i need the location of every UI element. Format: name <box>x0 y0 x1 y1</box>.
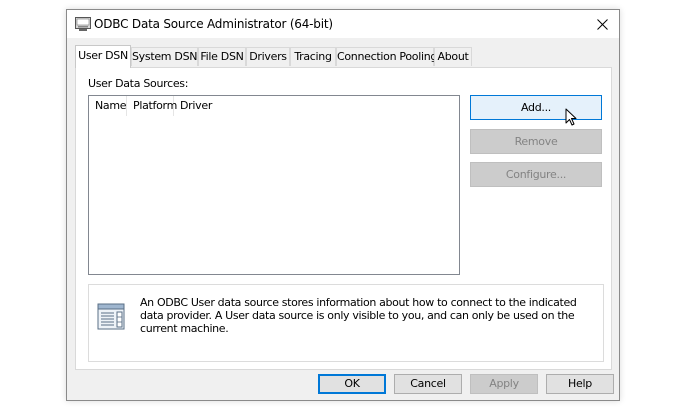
ok-button[interactable]: OK <box>318 374 386 394</box>
column-header-driver[interactable]: Driver <box>174 96 234 116</box>
add-button[interactable]: Add... <box>470 95 602 120</box>
data-source-icon <box>97 303 125 330</box>
user-dsn-panel: User Data Sources: Name Platform Driver … <box>75 67 612 370</box>
list-header: Name Platform Driver <box>89 96 459 116</box>
odbc-admin-icon <box>75 17 91 31</box>
tab-drivers[interactable]: Drivers <box>246 47 290 66</box>
data-sources-list[interactable]: Name Platform Driver <box>88 95 460 275</box>
help-button[interactable]: Help <box>546 374 614 394</box>
close-icon <box>596 18 608 30</box>
tab-system-dsn[interactable]: System DSN <box>131 47 198 66</box>
apply-button[interactable]: Apply <box>470 374 538 394</box>
configure-button[interactable]: Configure... <box>470 162 602 187</box>
odbc-admin-window: ODBC Data Source Administrator (64-bit) … <box>66 9 620 401</box>
remove-button[interactable]: Remove <box>470 129 602 154</box>
user-data-sources-label: User Data Sources: <box>88 77 189 90</box>
tab-file-dsn[interactable]: File DSN <box>198 47 246 66</box>
title-bar[interactable]: ODBC Data Source Administrator (64-bit) <box>67 10 619 38</box>
column-header-platform[interactable]: Platform <box>127 96 177 116</box>
tab-connection-pooling[interactable]: Connection Pooling <box>336 47 437 66</box>
cancel-button[interactable]: Cancel <box>394 374 462 394</box>
info-box: An ODBC User data source stores informat… <box>88 284 604 362</box>
tab-user-dsn[interactable]: User DSN <box>75 45 131 68</box>
tab-about[interactable]: About <box>434 47 472 66</box>
window-title: ODBC Data Source Administrator (64-bit) <box>94 17 333 31</box>
tab-tracing[interactable]: Tracing <box>290 47 336 66</box>
info-description: An ODBC User data source stores informat… <box>140 296 577 335</box>
mouse-pointer-icon <box>565 108 577 126</box>
close-button[interactable] <box>585 10 619 38</box>
column-header-name[interactable]: Name <box>89 96 127 116</box>
